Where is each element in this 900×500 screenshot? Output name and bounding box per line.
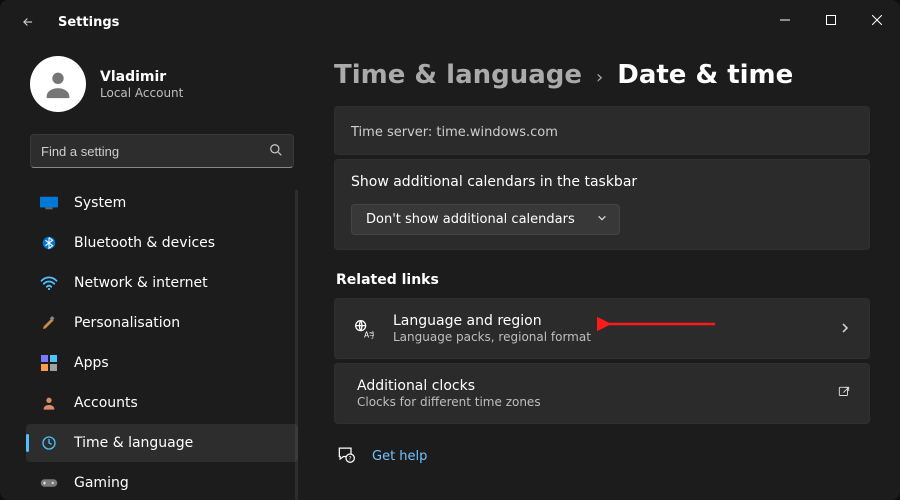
svg-text:A字: A字	[364, 329, 374, 339]
bluetooth-icon	[40, 234, 58, 252]
user-block[interactable]: Vladimir Local Account	[26, 50, 298, 130]
user-name: Vladimir	[100, 69, 183, 85]
minimize-button[interactable]	[762, 2, 808, 38]
nav-list: System Bluetooth & devices Network & int…	[26, 184, 298, 500]
sidebar-item-label: Personalisation	[74, 315, 180, 331]
calendars-card: Show additional calendars in the taskbar…	[334, 159, 870, 250]
wifi-icon	[40, 274, 58, 292]
apps-icon	[40, 354, 58, 372]
svg-text:?: ?	[349, 457, 352, 463]
sidebar-item-label: Time & language	[74, 435, 193, 451]
brush-icon	[40, 314, 58, 332]
language-region-link[interactable]: A字 Language and region Language packs, r…	[334, 298, 870, 359]
related-links-heading: Related links	[336, 272, 870, 288]
help-row: ? Get help	[334, 428, 870, 472]
link-title: Additional clocks	[357, 378, 541, 394]
window-title: Settings	[58, 15, 119, 30]
sidebar-item-label: Accounts	[74, 395, 138, 411]
time-server-label: Time server: time.windows.com	[351, 125, 558, 140]
maximize-button[interactable]	[808, 2, 854, 38]
sidebar-item-label: System	[74, 195, 126, 211]
search-input[interactable]	[41, 144, 269, 159]
sidebar-item-personalisation[interactable]: Personalisation	[26, 304, 298, 342]
sidebar-item-apps[interactable]: Apps	[26, 344, 298, 382]
calendars-dropdown[interactable]: Don't show additional calendars	[351, 204, 620, 235]
sidebar-item-gaming[interactable]: Gaming	[26, 464, 298, 500]
chevron-down-icon	[597, 212, 607, 227]
chevron-right-icon: ›	[596, 67, 603, 88]
window-controls	[762, 6, 900, 38]
time-server-card: Time server: time.windows.com	[334, 106, 870, 155]
close-button[interactable]	[854, 2, 900, 38]
clock-globe-icon	[40, 434, 58, 452]
titlebar: Settings	[0, 0, 900, 44]
search-icon	[269, 142, 283, 161]
link-subtitle: Clocks for different time zones	[357, 395, 541, 409]
breadcrumb-current: Date & time	[617, 60, 793, 90]
annotation-arrow	[597, 313, 717, 335]
link-title: Language and region	[393, 313, 591, 329]
sidebar-item-time-language[interactable]: Time & language	[26, 424, 298, 462]
sidebar-item-network[interactable]: Network & internet	[26, 264, 298, 302]
breadcrumb: Time & language › Date & time	[334, 60, 870, 90]
person-icon	[40, 394, 58, 412]
link-subtitle: Language packs, regional format	[393, 330, 591, 344]
gamepad-icon	[40, 474, 58, 492]
sidebar: Vladimir Local Account System Bluetooth …	[0, 44, 310, 500]
sidebar-item-system[interactable]: System	[26, 184, 298, 222]
sidebar-item-label: Network & internet	[74, 275, 208, 291]
language-icon: A字	[353, 319, 375, 339]
search-box[interactable]	[30, 134, 294, 168]
sidebar-item-label: Apps	[74, 355, 109, 371]
settings-window: Settings Vladimir Local Account	[0, 0, 900, 500]
dropdown-value: Don't show additional calendars	[366, 212, 575, 227]
calendars-label: Show additional calendars in the taskbar	[351, 174, 853, 190]
get-help-link[interactable]: Get help	[372, 449, 427, 464]
user-subtitle: Local Account	[100, 86, 183, 100]
display-icon	[40, 194, 58, 212]
avatar	[30, 56, 86, 112]
sidebar-item-accounts[interactable]: Accounts	[26, 384, 298, 422]
sidebar-item-label: Gaming	[74, 475, 129, 491]
back-button[interactable]	[16, 10, 40, 34]
additional-clocks-link[interactable]: Additional clocks Clocks for different t…	[334, 363, 870, 424]
content-pane: Time & language › Date & time Time serve…	[310, 44, 900, 500]
chevron-right-icon	[839, 319, 851, 338]
sidebar-item-label: Bluetooth & devices	[74, 235, 215, 251]
help-icon: ?	[336, 444, 356, 468]
open-external-icon	[837, 384, 851, 403]
breadcrumb-parent[interactable]: Time & language	[334, 60, 582, 90]
sidebar-item-bluetooth[interactable]: Bluetooth & devices	[26, 224, 298, 262]
